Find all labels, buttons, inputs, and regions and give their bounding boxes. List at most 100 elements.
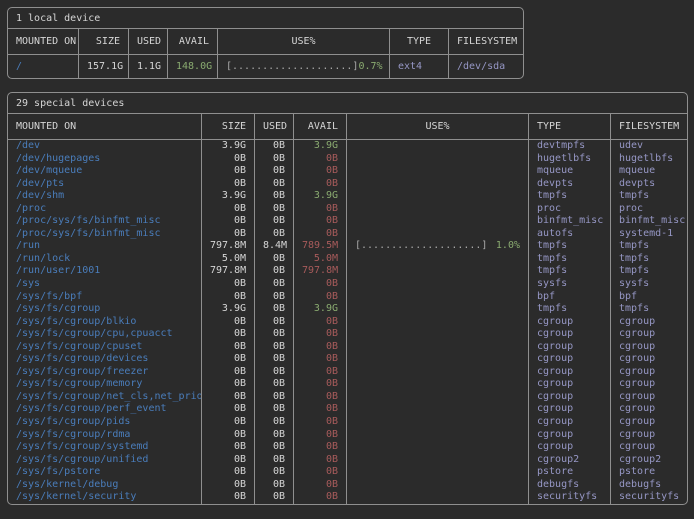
- used-cell: 0B: [254, 140, 293, 153]
- table-row: /dev/shm3.9G0B3.9Gtmpfstmpfs: [8, 190, 687, 203]
- filesystem-cell: cgroup: [610, 441, 688, 454]
- type-cell: ext4: [389, 55, 448, 78]
- avail-cell: 0B: [293, 278, 346, 291]
- filesystem-cell: mqueue: [610, 165, 688, 178]
- used-cell: 0B: [254, 153, 293, 166]
- table-row: /sys/fs/cgroup/rdma0B0B0Bcgroupcgroup: [8, 429, 687, 442]
- use-percent-cell: [346, 190, 528, 203]
- size-cell: 0B: [201, 378, 254, 391]
- mount-point-cell: /dev: [8, 140, 201, 153]
- filesystem-cell: tmpfs: [610, 303, 688, 316]
- table-row: /sys/fs/cgroup/net_cls,net_prio0B0B0Bcgr…: [8, 391, 687, 404]
- type-cell: mqueue: [528, 165, 610, 178]
- mount-point-cell: /sys/fs/cgroup/freezer: [8, 366, 201, 379]
- size-cell: 5.0M: [201, 253, 254, 266]
- special-devices-table: 29 special devices MOUNTED ON SIZE USED …: [7, 92, 688, 505]
- filesystem-cell: proc: [610, 203, 688, 216]
- used-cell: 0B: [254, 479, 293, 492]
- header-size: SIZE: [201, 114, 254, 139]
- table-row: /proc/sys/fs/binfmt_misc0B0B0Bautofssyst…: [8, 228, 687, 241]
- size-cell: 0B: [201, 291, 254, 304]
- type-cell: cgroup: [528, 378, 610, 391]
- mount-point-cell: /sys/fs/cgroup/cpuset: [8, 341, 201, 354]
- used-cell: 0B: [254, 403, 293, 416]
- used-cell: 0B: [254, 391, 293, 404]
- mount-point-cell: /sys/fs/cgroup/blkio: [8, 316, 201, 329]
- avail-cell: 0B: [293, 429, 346, 442]
- avail-cell: 0B: [293, 466, 346, 479]
- avail-cell: 0B: [293, 316, 346, 329]
- avail-cell: 0B: [293, 491, 346, 504]
- type-cell: sysfs: [528, 278, 610, 291]
- type-cell: cgroup: [528, 328, 610, 341]
- mount-point-cell: /run/user/1001: [8, 265, 201, 278]
- table-row: /sys/fs/cgroup/cpuset0B0B0Bcgroupcgroup: [8, 341, 687, 354]
- avail-cell: 0B: [293, 416, 346, 429]
- use-percent-cell: [346, 316, 528, 329]
- used-cell: 0B: [254, 416, 293, 429]
- used-cell: 0B: [254, 378, 293, 391]
- type-cell: pstore: [528, 466, 610, 479]
- mount-point-cell: /dev/shm: [8, 190, 201, 203]
- header-used: USED: [128, 29, 167, 54]
- use-percent-cell: [346, 491, 528, 504]
- size-cell: 3.9G: [201, 303, 254, 316]
- use-percent-cell: [346, 441, 528, 454]
- filesystem-cell: cgroup: [610, 341, 688, 354]
- mount-point-cell: /dev/pts: [8, 178, 201, 191]
- mount-point-cell: /sys/fs/cgroup/pids: [8, 416, 201, 429]
- type-cell: proc: [528, 203, 610, 216]
- mount-point-cell: /proc/sys/fs/binfmt_misc: [8, 215, 201, 228]
- size-cell: 0B: [201, 278, 254, 291]
- type-cell: cgroup: [528, 416, 610, 429]
- type-cell: cgroup: [528, 391, 610, 404]
- used-cell: 0B: [254, 366, 293, 379]
- avail-cell: 0B: [293, 441, 346, 454]
- type-cell: cgroup: [528, 316, 610, 329]
- mount-point-cell: /sys/kernel/debug: [8, 479, 201, 492]
- mount-point-cell: /sys/kernel/security: [8, 491, 201, 504]
- type-cell: cgroup: [528, 366, 610, 379]
- type-cell: binfmt_misc: [528, 215, 610, 228]
- avail-cell: 0B: [293, 178, 346, 191]
- filesystem-cell: binfmt_misc: [610, 215, 688, 228]
- mount-point-cell: /run/lock: [8, 253, 201, 266]
- table-row: /proc0B0B0Bprocproc: [8, 203, 687, 216]
- type-cell: tmpfs: [528, 190, 610, 203]
- use-percent-cell: [346, 165, 528, 178]
- mount-point-cell: /dev/hugepages: [8, 153, 201, 166]
- use-percent-cell: [346, 140, 528, 153]
- filesystem-cell: cgroup: [610, 353, 688, 366]
- avail-cell: 0B: [293, 165, 346, 178]
- filesystem-cell: cgroup: [610, 328, 688, 341]
- mount-point-cell: /sys/fs/pstore: [8, 466, 201, 479]
- used-cell: 0B: [254, 291, 293, 304]
- avail-cell: 0B: [293, 291, 346, 304]
- type-cell: tmpfs: [528, 303, 610, 316]
- use-percent-cell: [346, 454, 528, 467]
- use-percent-cell: [346, 178, 528, 191]
- table-row: /sys/fs/cgroup/memory0B0B0Bcgroupcgroup: [8, 378, 687, 391]
- filesystem-cell: cgroup: [610, 391, 688, 404]
- header-size: SIZE: [78, 29, 128, 54]
- table-row: /sys/kernel/security0B0B0Bsecurityfssecu…: [8, 491, 687, 504]
- filesystem-cell: udev: [610, 140, 688, 153]
- avail-cell: 0B: [293, 203, 346, 216]
- use-percent-cell: [346, 391, 528, 404]
- special-table-title: 29 special devices: [8, 93, 687, 114]
- used-cell: 0B: [254, 190, 293, 203]
- mount-point-cell: /dev/mqueue: [8, 165, 201, 178]
- filesystem-cell: hugetlbfs: [610, 153, 688, 166]
- size-cell: 0B: [201, 153, 254, 166]
- usage-bar: [....................]: [226, 55, 358, 78]
- table-row: /run797.8M8.4M789.5M[...................…: [8, 240, 687, 253]
- use-percent-cell: [346, 328, 528, 341]
- used-cell: 0B: [254, 316, 293, 329]
- header-type: TYPE: [528, 114, 610, 139]
- avail-cell: 5.0M: [293, 253, 346, 266]
- local-table-title: 1 local device: [8, 8, 523, 29]
- size-cell: 0B: [201, 316, 254, 329]
- table-row: /sys/fs/cgroup/unified0B0B0Bcgroup2cgrou…: [8, 454, 687, 467]
- size-cell: 0B: [201, 165, 254, 178]
- use-percent-cell: [346, 203, 528, 216]
